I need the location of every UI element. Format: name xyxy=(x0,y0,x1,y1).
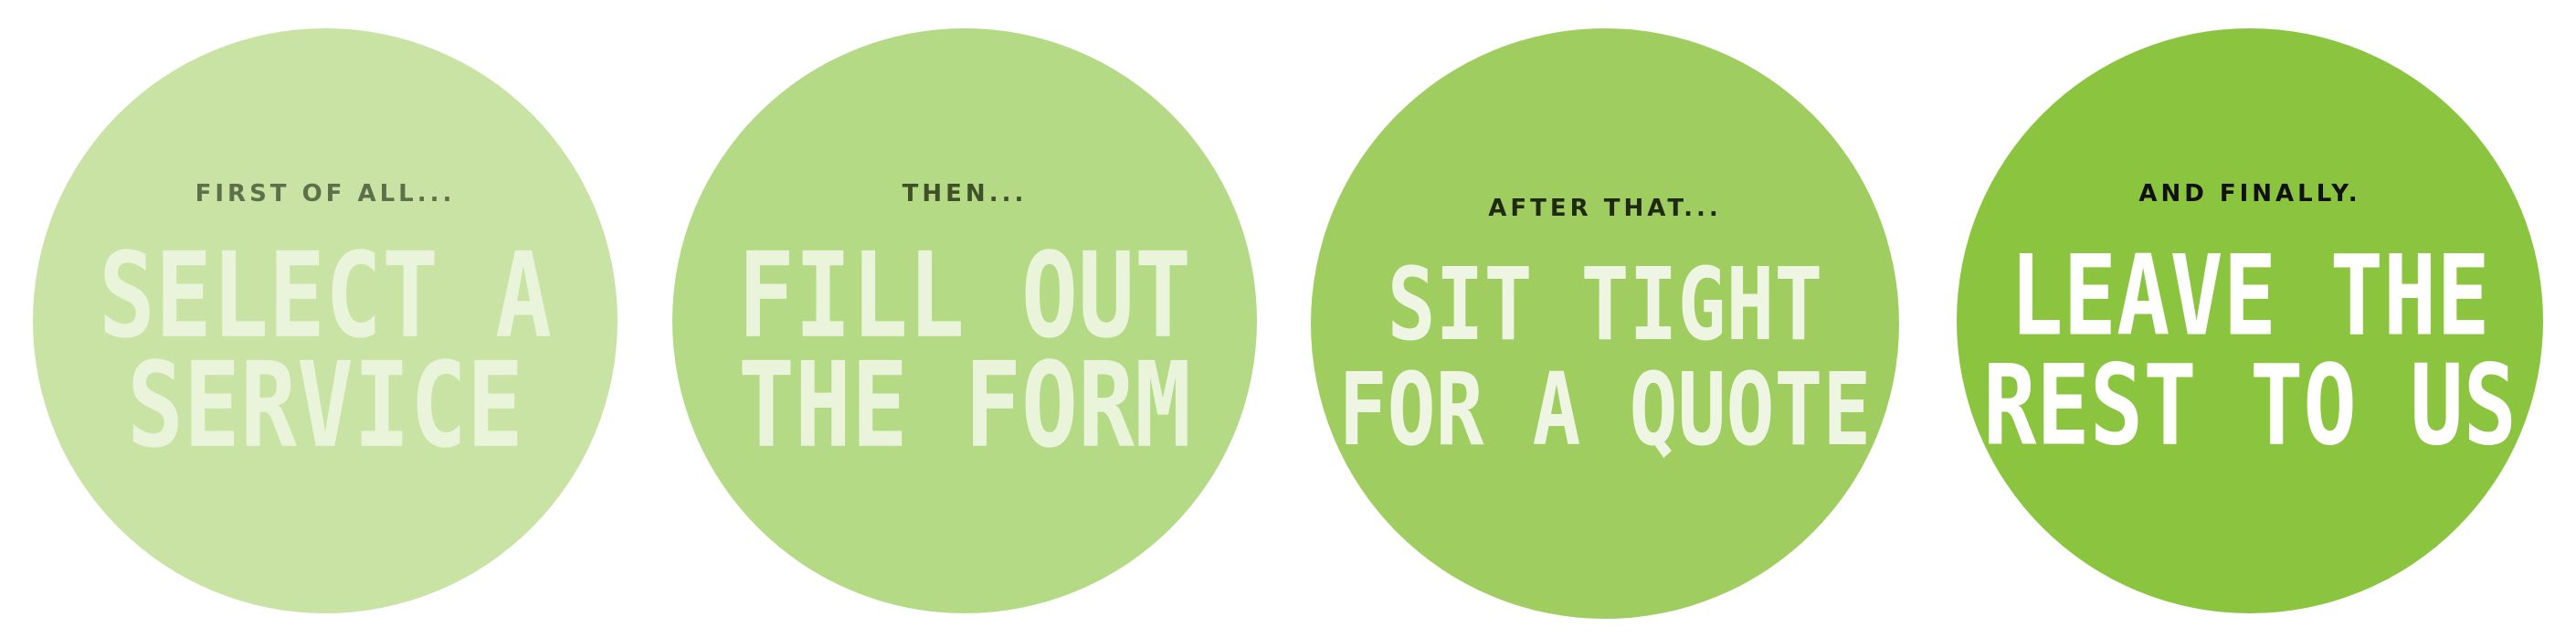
step-4-headline: LEAVE THE REST TO US xyxy=(1957,230,2543,470)
step-2-headline-line-1: FILL OUT xyxy=(737,228,1192,365)
step-1-kicker: FIRST OF ALL... xyxy=(195,180,456,207)
step-4-headline-line-1: LEAVE THE xyxy=(2010,230,2490,360)
step-3-headline-line-2: FOR A QUOTE xyxy=(1338,350,1872,469)
step-1-headline-line-1: SELECT A xyxy=(98,228,553,365)
step-3-kicker: AFTER THAT... xyxy=(1488,195,1722,222)
step-3-circle: AFTER THAT... SIT TIGHT FOR A QUOTE xyxy=(1311,28,1899,619)
step-4-kicker: AND FINALLY. xyxy=(2138,180,2361,207)
step-3-headline: SIT TIGHT FOR A QUOTE xyxy=(1311,245,1899,469)
step-1-headline: SELECT A SERVICE xyxy=(33,228,618,474)
step-2-headline: FILL OUT THE FORM xyxy=(672,228,1257,474)
step-4-headline-line-2: REST TO US xyxy=(1983,340,2517,470)
step-1-headline-line-2: SERVICE xyxy=(126,337,524,474)
step-2-circle: THEN... FILL OUT THE FORM xyxy=(672,28,1257,613)
step-2-kicker: THEN... xyxy=(902,180,1028,207)
step-3-headline-line-1: SIT TIGHT xyxy=(1387,245,1823,364)
step-1-circle: FIRST OF ALL... SELECT A SERVICE xyxy=(33,28,618,613)
process-steps-banner: FIRST OF ALL... SELECT A SERVICE THEN...… xyxy=(0,0,2576,638)
step-2-headline-line-2: THE FORM xyxy=(737,337,1192,474)
step-4-circle: AND FINALLY. LEAVE THE REST TO US xyxy=(1957,28,2543,613)
